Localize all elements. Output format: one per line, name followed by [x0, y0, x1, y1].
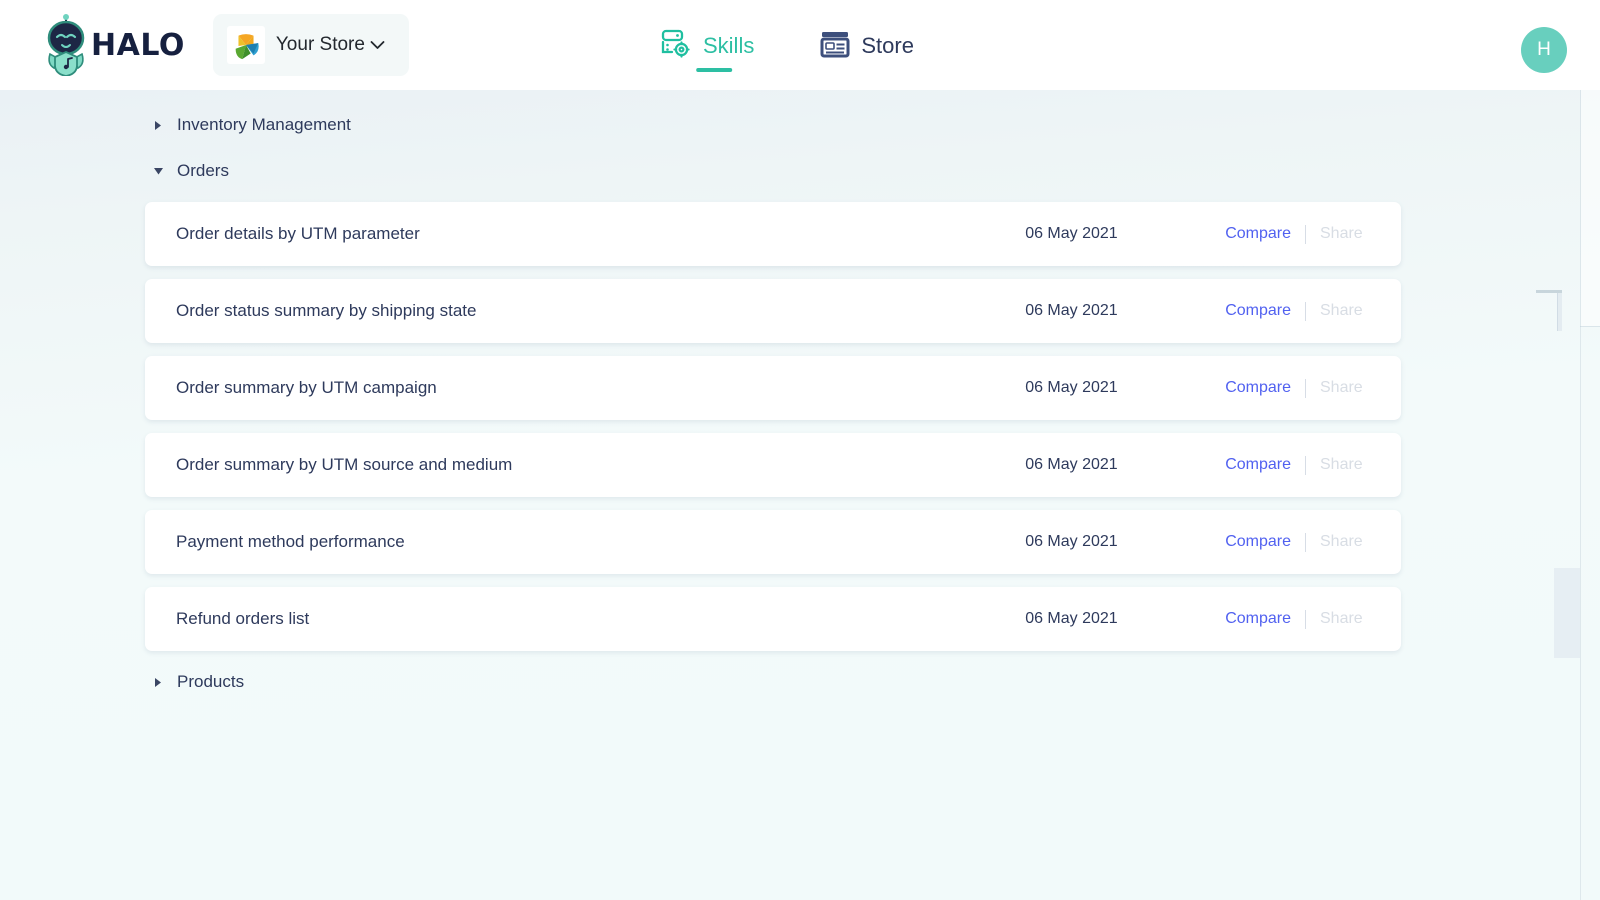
tree-item-products[interactable]: Products: [152, 672, 244, 692]
report-card[interactable]: Order summary by UTM campaign 06 May 2021…: [145, 356, 1401, 420]
compare-link[interactable]: Compare: [1225, 533, 1305, 551]
tree-label-products: Products: [177, 672, 245, 691]
report-card[interactable]: Order details by UTM parameter 06 May 202…: [145, 202, 1401, 266]
report-actions: Compare Share: [1225, 224, 1368, 244]
report-actions: Compare Share: [1225, 532, 1368, 552]
brand-name: HALO: [91, 27, 185, 63]
report-actions: Compare Share: [1225, 378, 1368, 398]
report-title: Refund orders list: [176, 609, 310, 628]
main-nav: Skills Store: [660, 0, 914, 90]
main-content: Inventory Management Orders Order detail…: [0, 90, 1600, 900]
chevron-down-icon: [370, 40, 385, 50]
caret-right-icon: [152, 119, 165, 132]
report-date: 06 May 2021: [1025, 379, 1118, 396]
compare-link[interactable]: Compare: [1225, 456, 1305, 474]
report-card[interactable]: Refund orders list 06 May 2021 Compare Shar…: [145, 587, 1401, 651]
halo-robot-logo-icon: [44, 14, 88, 77]
tree-label-orders: Orders: [177, 161, 229, 180]
share-link: Share: [1320, 302, 1363, 319]
nav-label-store: Store: [861, 33, 914, 58]
caret-down-icon: [152, 165, 165, 178]
caret-right-icon: [152, 676, 165, 689]
report-card-list: Order details by UTM parameter 06 May 202…: [145, 202, 1401, 664]
nav-item-store[interactable]: Store: [820, 0, 914, 90]
report-card[interactable]: Order summary by UTM source and medium 06…: [145, 433, 1401, 497]
brand-logo[interactable]: HALO: [44, 14, 185, 77]
report-date: 06 May 2021: [1025, 456, 1118, 473]
report-date: 06 May 2021: [1025, 302, 1118, 319]
report-title: Order summary by UTM source and medium: [176, 455, 513, 474]
top-navigation-bar: HALO Your Store Skills Store H: [0, 0, 1600, 90]
right-panel-divider: [1580, 90, 1581, 900]
right-panel-divider-h: [1580, 326, 1600, 327]
active-tab-indicator: [696, 68, 733, 72]
share-link: Share: [1320, 456, 1363, 473]
report-actions: Compare Share: [1225, 301, 1368, 321]
nav-label-skills: Skills: [703, 33, 755, 58]
store-name-label: Your Store: [275, 34, 365, 55]
store-pinwheel-logo-icon: [226, 26, 265, 64]
share-link: Share: [1320, 533, 1363, 550]
share-link: Share: [1320, 610, 1363, 627]
tree-item-orders[interactable]: Orders: [152, 161, 229, 181]
tree-item-inventory-management[interactable]: Inventory Management: [152, 115, 351, 135]
report-actions: Compare Share: [1225, 609, 1368, 629]
avatar-initial: H: [1537, 39, 1551, 60]
report-date: 06 May 2021: [1025, 225, 1118, 242]
share-link: Share: [1320, 379, 1363, 396]
store-window-icon: [820, 29, 850, 64]
report-title: Order status summary by shipping state: [176, 301, 477, 320]
report-card[interactable]: Order status summary by shipping state 06…: [145, 279, 1401, 343]
store-selector[interactable]: Your Store: [212, 14, 409, 76]
report-actions: Compare Share: [1225, 455, 1368, 475]
compare-link[interactable]: Compare: [1225, 302, 1305, 320]
user-avatar[interactable]: H: [1521, 27, 1567, 73]
report-card[interactable]: Payment method performance 06 May 2021 Com…: [145, 510, 1401, 574]
report-title: Order summary by UTM campaign: [176, 378, 437, 397]
skills-server-gear-icon: [660, 28, 692, 65]
nav-item-skills[interactable]: Skills: [660, 0, 754, 90]
scrollbar-thumb-upper[interactable]: [1557, 293, 1562, 331]
scrollbar-thumb-lower[interactable]: [1554, 568, 1580, 658]
compare-link[interactable]: Compare: [1225, 379, 1305, 397]
share-link: Share: [1320, 225, 1363, 242]
tree-label-inventory-management: Inventory Management: [177, 115, 351, 134]
report-date: 06 May 2021: [1025, 533, 1118, 550]
right-panel-shade: [1581, 90, 1600, 326]
report-date: 06 May 2021: [1025, 610, 1118, 627]
compare-link[interactable]: Compare: [1225, 225, 1305, 243]
compare-link[interactable]: Compare: [1225, 610, 1305, 628]
report-title: Order details by UTM parameter: [176, 224, 420, 243]
report-title: Payment method performance: [176, 532, 405, 551]
